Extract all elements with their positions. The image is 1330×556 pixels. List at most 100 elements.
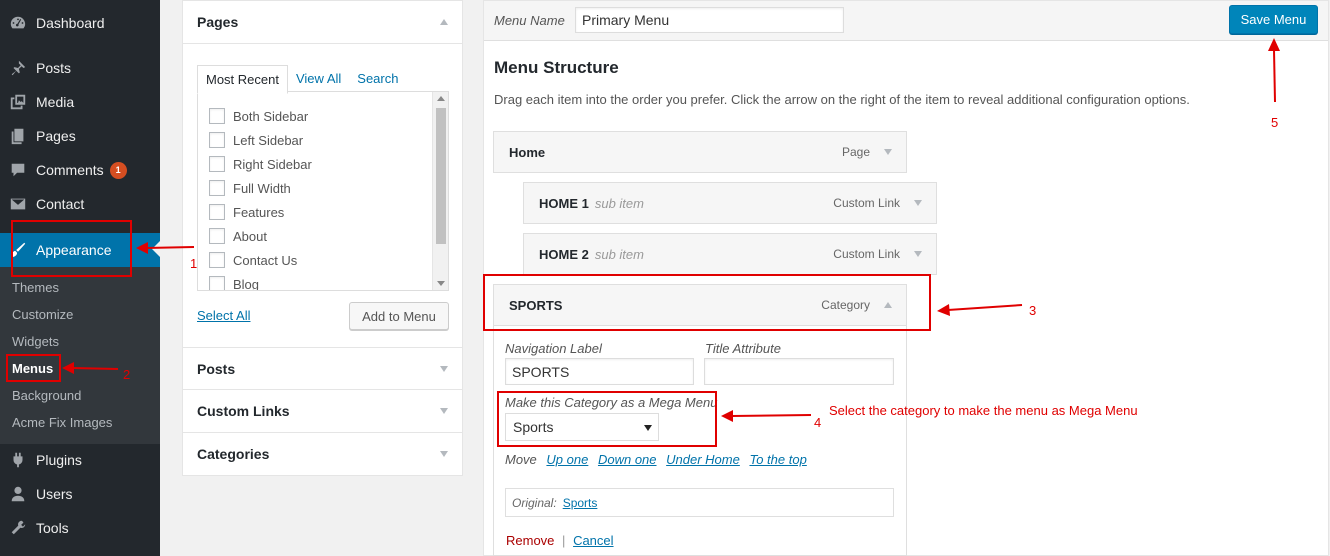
scroll-down-arrow-icon[interactable] [437, 281, 445, 286]
cancel-link[interactable]: Cancel [573, 533, 613, 548]
submenu-customize[interactable]: Customize [12, 307, 73, 322]
checkbox[interactable] [209, 276, 225, 290]
menu-item-title: HOME 1 [539, 195, 589, 211]
menu-item-home[interactable]: Home Page [493, 131, 907, 173]
navigation-label-label: Navigation Label [505, 341, 602, 356]
admin-sidebar: Dashboard Posts Media Pages Comments 1 C… [0, 0, 160, 556]
original-link[interactable]: Sports [563, 496, 598, 510]
move-links: Move Up one Down one Under Home To the t… [505, 452, 807, 467]
submenu-widgets[interactable]: Widgets [12, 334, 59, 349]
accordion-sections: Posts Custom Links Categories [183, 347, 462, 476]
page-checkbox-row[interactable]: Left Sidebar [209, 132, 303, 148]
page-checkbox-row[interactable]: Full Width [209, 180, 291, 196]
scroll-up-arrow-icon[interactable] [437, 96, 445, 101]
menu-item-tools[interactable]: Tools [0, 511, 160, 545]
menu-item-users[interactable]: Users [0, 477, 160, 511]
page-checkbox-row[interactable]: Features [209, 204, 284, 220]
navigation-label-input[interactable]: SPORTS [505, 358, 694, 385]
tab-most-recent[interactable]: Most Recent [197, 65, 288, 94]
checkbox[interactable] [209, 132, 225, 148]
select-all-link[interactable]: Select All [197, 308, 250, 323]
remove-link[interactable]: Remove [506, 533, 554, 548]
move-up-one-link[interactable]: Up one [546, 452, 588, 467]
accordion-title: Posts [197, 360, 236, 377]
comment-icon [0, 161, 36, 179]
menu-item-label: Comments [36, 162, 104, 178]
expand-arrow-icon[interactable] [914, 200, 922, 206]
menu-item-media[interactable]: Media [0, 85, 160, 119]
menu-name-input[interactable]: Primary Menu [575, 7, 844, 33]
page-checkbox-row[interactable]: Both Sidebar [209, 108, 308, 124]
checkbox[interactable] [209, 108, 225, 124]
save-menu-button[interactable]: Save Menu [1229, 5, 1318, 34]
menu-item-type: Custom Link [833, 247, 900, 261]
add-to-menu-button[interactable]: Add to Menu [349, 302, 449, 330]
checkbox[interactable] [209, 252, 225, 268]
menu-item-home-1[interactable]: HOME 1 sub item Custom Link [523, 182, 937, 224]
annotation-box-menus [6, 354, 61, 382]
add-menu-items-panel: Pages Most Recent View All Search Both S… [182, 0, 463, 476]
tab-search[interactable]: Search [349, 65, 406, 94]
menu-item-label: Pages [36, 128, 76, 144]
menu-item-label: Posts [36, 60, 72, 76]
menu-item-title: HOME 2 [539, 246, 589, 262]
page-checkbox-row[interactable]: Contact Us [209, 252, 297, 268]
menu-item-label: Dashboard [36, 15, 105, 31]
checkbox[interactable] [209, 204, 225, 220]
menu-item-title: Home [509, 144, 546, 160]
expand-arrow-icon[interactable] [884, 149, 892, 155]
checkbox[interactable] [209, 156, 225, 172]
move-under-home-link[interactable]: Under Home [666, 452, 740, 467]
page-icon [0, 127, 36, 145]
menu-item-label: Users [36, 486, 73, 502]
pages-checklist: Both Sidebar Left Sidebar Right Sidebar … [197, 91, 449, 291]
menu-item-pages[interactable]: Pages [0, 119, 160, 153]
accordion-posts-header[interactable]: Posts [183, 347, 462, 390]
menu-item-label: Media [36, 94, 75, 110]
menu-item-plugins[interactable]: Plugins [0, 443, 160, 477]
menu-structure-description: Drag each item into the order you prefer… [494, 92, 1190, 107]
accordion-pages-header[interactable]: Pages [183, 1, 462, 44]
tab-view-all[interactable]: View All [288, 65, 349, 94]
menu-item-sub-label: sub item [594, 246, 644, 262]
original-link-box: Original: Sports [505, 488, 894, 517]
accordion-title: Custom Links [197, 403, 290, 419]
title-attribute-input[interactable] [704, 358, 894, 385]
expand-arrow-icon[interactable] [914, 251, 922, 257]
menu-item-home-2[interactable]: HOME 2 sub item Custom Link [523, 233, 937, 275]
menu-item-label: Plugins [36, 452, 82, 468]
menu-item-posts[interactable]: Posts [0, 51, 160, 85]
page-checkbox-row[interactable]: Right Sidebar [209, 156, 312, 172]
scroll-thumb[interactable] [436, 108, 446, 244]
accordion-title: Pages [197, 14, 239, 30]
page-checkbox-row[interactable]: About [209, 228, 267, 244]
move-to-top-link[interactable]: To the top [749, 452, 806, 467]
menu-item-dashboard[interactable]: Dashboard [0, 6, 160, 40]
menu-item-type: Page [841, 145, 870, 159]
scrollbar[interactable] [432, 92, 448, 290]
comment-count-badge: 1 [109, 161, 127, 179]
annotation-number-4: 4 [814, 415, 822, 430]
menu-item-label: Contact [36, 196, 85, 212]
submenu-themes[interactable]: Themes [12, 280, 59, 295]
item-actions: Remove | Cancel [506, 533, 614, 548]
plugin-icon [0, 451, 36, 469]
separator: | [562, 533, 566, 548]
menu-item-comments[interactable]: Comments 1 [0, 153, 160, 187]
annotation-text-4: Select the category to make the menu as … [829, 403, 1138, 418]
checkbox[interactable] [209, 180, 225, 196]
checkbox[interactable] [209, 228, 225, 244]
accordion-custom-links-header[interactable]: Custom Links [183, 390, 462, 433]
menu-name-label: Menu Name [494, 13, 565, 28]
submenu-background[interactable]: Background [12, 388, 81, 403]
menu-item-contact[interactable]: Contact [0, 187, 160, 221]
accordion-categories-header[interactable]: Categories [183, 433, 462, 476]
move-down-one-link[interactable]: Down one [598, 452, 657, 467]
page-checkbox-row[interactable]: Blog [209, 276, 259, 290]
accordion-title: Categories [197, 446, 270, 462]
submenu-acme-fix-images[interactable]: Acme Fix Images [12, 415, 112, 430]
annotation-number-3: 3 [1029, 303, 1037, 318]
dashboard-icon [0, 14, 36, 32]
pages-tabs: Most Recent View All Search [197, 65, 406, 94]
menu-item-type: Custom Link [833, 196, 900, 210]
